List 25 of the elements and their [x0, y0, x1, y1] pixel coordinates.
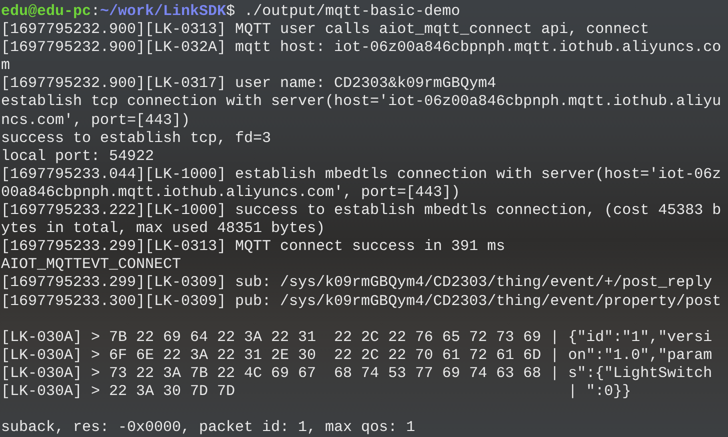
output-line: AIOT_MQTTEVT_CONNECT [1, 256, 182, 274]
output-line: success to establish tcp, fd=3 [1, 130, 272, 147]
output-line: ncs.com', port=[443]) [1, 112, 190, 129]
output-line: [LK-030A] > 7B 22 69 64 22 3A 22 31 22 2C 22 76 65 72 73 69 | {"id":"1","versi [1, 328, 712, 346]
output-line: [1697795232.900][LK-0313] MQTT user calls aiot_mqtt_connect api, connect [1, 21, 650, 38]
output-line: suback, res: -0x0000, packet id: 1, max qos: 1 [1, 419, 416, 436]
output-line: ytes in total, max used 48351 bytes) [1, 220, 326, 238]
output-line: [1697795233.299][LK-0309] sub: /sys/k09rmGBQym4/CD2303/thing/event/+/post_reply [1, 274, 712, 292]
output-line: [1697795233.300][LK-0309] pub: /sys/k09rmGBQym4/CD2303/thing/event/property/post [1, 292, 722, 310]
output-line: [1697795233.222][LK-1000] success to establish mbedtls connection, (cost 45383 b [1, 202, 722, 220]
output-line: [1697795232.900][LK-032A] mqtt host: iot-06z00a846cbpnph.mqtt.iothub.aliyuncs.co [1, 39, 722, 56]
prompt-separator: : [91, 3, 100, 20]
prompt-command: $ ./output/mqtt-basic-demo [226, 3, 460, 20]
output-line: [LK-030A] > 73 22 3A 7B 22 4C 69 67 68 74 53 77 69 74 63 68 | s":{"LightSwitch [1, 364, 712, 382]
output-line: establish tcp connection with server(host='iot-06z00a846cbpnph.mqtt.iothub.aliyu [1, 93, 722, 110]
prompt-user-host: edu@edu-pc [1, 3, 92, 20]
output-line: [LK-030A] > 6F 6E 22 3A 22 31 2E 30 22 2C 22 70 61 72 61 6D | on":"1.0","param [1, 346, 712, 364]
output-line: [LK-030A] > 22 3A 30 7D 7D | ":0}} [1, 382, 632, 400]
prompt-path: ~/work/LinkSDK [100, 3, 226, 20]
output-line: [1697795233.044][LK-1000] establish mbedtls connection with server(host='iot-06z [1, 166, 722, 183]
output-line: local port: 54922 [1, 148, 154, 165]
output-line: 00a846cbpnph.mqtt.iothub.aliyuncs.com', port=[443]) [1, 184, 460, 201]
output-line: m [1, 57, 10, 74]
output-line: [1697795232.900][LK-0317] user name: CD2303&k09rmGBQym4 [1, 75, 496, 92]
output-line: [1697795233.299][LK-0313] MQTT connect success in 391 ms [1, 238, 506, 256]
